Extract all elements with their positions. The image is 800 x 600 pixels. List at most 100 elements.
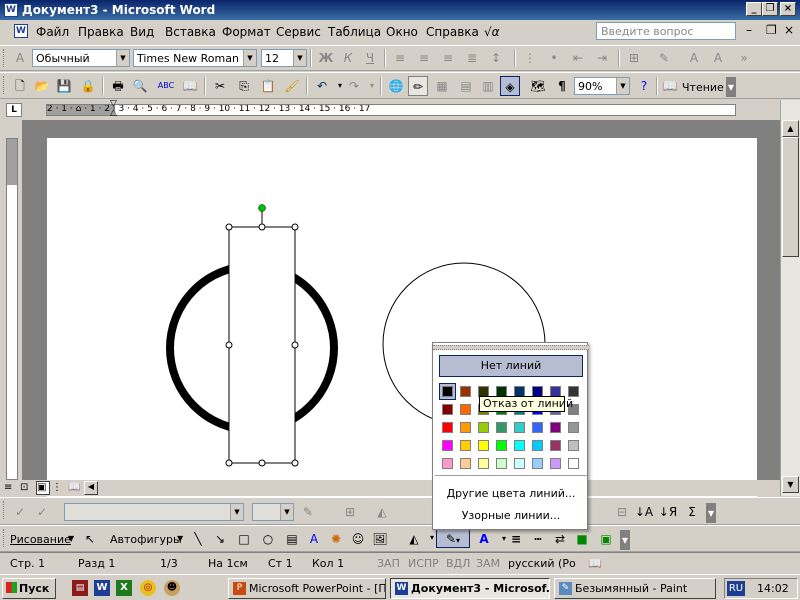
color-swatch[interactable] [532, 458, 543, 469]
color-swatch[interactable] [514, 422, 525, 433]
quicklaunch-icon[interactable]: ▤ [72, 580, 88, 596]
resize-handle[interactable] [225, 223, 233, 231]
shading-icon[interactable]: ◭ [372, 502, 392, 522]
dash-style-icon[interactable]: ┅ [528, 529, 548, 549]
3d-style-icon[interactable]: ▣ [596, 529, 616, 549]
scroll-up-icon[interactable]: ▲ [782, 120, 799, 137]
color-swatch[interactable] [442, 404, 453, 415]
pen-icon[interactable]: ✎ [298, 502, 318, 522]
color-swatch[interactable] [514, 440, 525, 451]
rectangle-tool-icon[interactable]: □ [234, 529, 254, 549]
toolbar-grip[interactable] [3, 501, 6, 519]
line-color-button[interactable]: ✎▾ [436, 528, 470, 548]
color-swatch[interactable] [514, 458, 525, 469]
resize-handle[interactable] [225, 459, 233, 467]
line-tool-icon[interactable]: ╲ [188, 529, 208, 549]
shape-style-combo[interactable]: ▼ [64, 503, 244, 521]
color-swatch[interactable] [550, 458, 561, 469]
rotation-handle[interactable] [258, 204, 266, 212]
color-swatch[interactable] [442, 422, 453, 433]
resize-handle[interactable] [225, 341, 233, 349]
color-swatch[interactable] [550, 422, 561, 433]
text-box-icon[interactable]: ▤ [282, 529, 302, 549]
no-lines-button[interactable]: Нет линий [439, 355, 583, 377]
excel-quicklaunch-icon[interactable]: X [116, 580, 132, 596]
line-style-icon[interactable]: ≡ [506, 529, 526, 549]
toolbar-options-icon[interactable]: ▾ [620, 530, 630, 550]
color-swatch[interactable] [550, 440, 561, 451]
color-swatch[interactable] [496, 458, 507, 469]
patterned-lines-item[interactable]: Узорные линии... [433, 509, 589, 522]
border-style-icon[interactable]: ⊞ [340, 502, 360, 522]
outlook-quicklaunch-icon[interactable]: ◎ [140, 580, 156, 596]
resize-handle[interactable] [258, 223, 266, 231]
task-powerpoint[interactable]: P Microsoft PowerPoint - [П... [228, 578, 386, 599]
horizontal-scrollbar[interactable]: ≡ ⊡ ▣ ⋮ 📖 ◀ [0, 480, 780, 496]
resize-handle[interactable] [291, 459, 299, 467]
print-layout-view-icon[interactable]: ▣ [36, 481, 50, 495]
scroll-left-icon[interactable]: ◀ [84, 481, 98, 495]
task-word[interactable]: W Документ3 - Microsof... [390, 578, 550, 599]
color-swatch[interactable] [478, 422, 489, 433]
color-swatch[interactable] [460, 386, 471, 397]
fill-color-icon[interactable]: ◭ [404, 529, 424, 549]
shadow-style-icon[interactable]: ■ [572, 529, 592, 549]
color-swatch[interactable] [568, 422, 579, 433]
edit-shape-icon[interactable]: ✓ [10, 502, 30, 522]
scroll-thumb[interactable] [782, 137, 799, 257]
scroll-down-icon[interactable]: ▼ [782, 476, 799, 493]
language-indicator[interactable]: RU [727, 581, 745, 596]
chevron-down-icon[interactable]: ▼ [280, 504, 293, 520]
resize-handle[interactable] [291, 223, 299, 231]
messenger-quicklaunch-icon[interactable]: ☻ [164, 580, 180, 596]
color-swatch[interactable] [568, 386, 579, 397]
start-button[interactable]: Пуск [2, 578, 56, 599]
color-swatch[interactable] [442, 386, 453, 397]
cell-alignment-icon[interactable]: ⊟ [612, 502, 632, 522]
select-objects-icon[interactable]: ↖ [80, 529, 100, 549]
color-swatch[interactable] [460, 458, 471, 469]
chevron-down-icon[interactable]: ▼ [68, 534, 74, 543]
color-swatch[interactable] [532, 422, 543, 433]
color-swatch[interactable] [568, 440, 579, 451]
arrow-style-icon[interactable]: ⇄ [550, 529, 570, 549]
resize-handle[interactable] [291, 341, 299, 349]
chevron-down-icon[interactable]: ▼ [230, 504, 243, 520]
color-swatch[interactable] [496, 440, 507, 451]
sort-descending-icon[interactable]: ↓Я [658, 502, 678, 522]
resize-handle[interactable] [258, 459, 266, 467]
font-color-icon[interactable]: A [474, 529, 494, 549]
clipart-icon[interactable]: ☺ [348, 529, 368, 549]
edit-points-icon[interactable]: ✓ [32, 502, 52, 522]
status-extend[interactable]: ВДЛ [446, 557, 470, 570]
status-track-changes[interactable]: ИСПР [408, 557, 439, 570]
vertical-scrollbar[interactable]: ▲ ▼ [780, 100, 800, 496]
outline-view-icon[interactable]: ⋮ [52, 482, 66, 494]
spelling-status-icon[interactable]: 📖 [588, 557, 602, 570]
status-overtype[interactable]: ЗАМ [476, 557, 500, 570]
wordart-icon[interactable]: A [304, 529, 324, 549]
word-quicklaunch-icon[interactable]: W [94, 580, 110, 596]
shape-size-combo[interactable]: ▼ [252, 503, 294, 521]
toolbar-options-icon[interactable]: ▾ [706, 503, 716, 523]
task-paint[interactable]: ✎ Безымянный - Paint [554, 578, 716, 599]
reading-view-icon[interactable]: 📖 [68, 482, 82, 494]
draw-menu[interactable]: Рисование [10, 533, 71, 546]
chevron-down-icon[interactable]: ▼ [177, 534, 183, 543]
color-swatch[interactable] [496, 422, 507, 433]
diagram-icon[interactable]: ✺ [326, 529, 346, 549]
color-swatch[interactable] [478, 458, 489, 469]
color-swatch[interactable] [460, 440, 471, 451]
arrow-tool-icon[interactable]: ↘ [210, 529, 230, 549]
color-swatch[interactable] [568, 458, 579, 469]
more-line-colors-item[interactable]: Другие цвета линий... [433, 487, 589, 500]
status-record[interactable]: ЗАП [377, 557, 400, 570]
sort-ascending-icon[interactable]: ↓A [634, 502, 654, 522]
color-swatch[interactable] [442, 458, 453, 469]
color-swatch[interactable] [478, 440, 489, 451]
autosum-icon[interactable]: Σ [682, 502, 702, 522]
normal-view-icon[interactable]: ≡ [4, 482, 18, 494]
autoshapes-menu[interactable]: Автофигуры [110, 533, 182, 546]
color-swatch[interactable] [532, 440, 543, 451]
popup-drag-handle[interactable] [433, 345, 589, 350]
